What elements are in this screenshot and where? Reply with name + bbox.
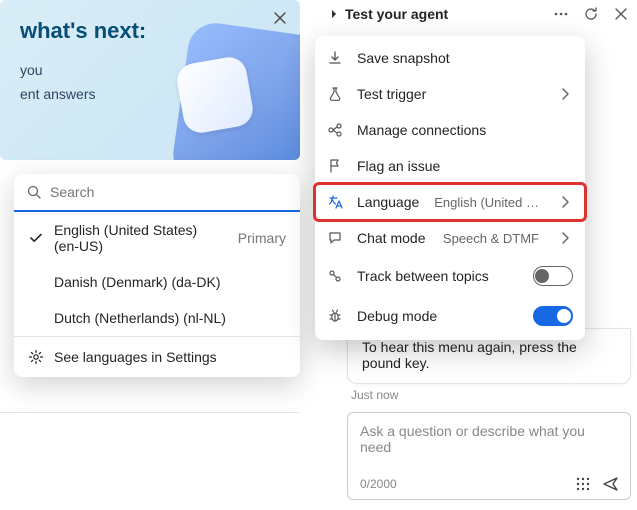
whats-next-banner: what's next: you ent answers xyxy=(0,0,300,160)
menu-track-topics[interactable]: Track between topics xyxy=(315,256,585,296)
chat-header-title: Test your agent xyxy=(345,6,543,22)
connections-icon xyxy=(327,122,345,138)
download-icon xyxy=(327,50,345,66)
menu-chat-mode[interactable]: Chat mode Speech & DTMF xyxy=(315,220,585,256)
see-languages-settings[interactable]: See languages in Settings xyxy=(14,337,300,377)
language-option-label: Danish (Denmark) (da-DK) xyxy=(54,274,220,290)
check-icon xyxy=(28,230,44,246)
language-search[interactable] xyxy=(14,174,300,212)
chat-composer[interactable]: Ask a question or describe what you need… xyxy=(347,412,631,500)
language-option-da-dk[interactable]: Danish (Denmark) (da-DK) xyxy=(14,264,300,300)
menu-save-snapshot[interactable]: Save snapshot xyxy=(315,40,585,76)
track-icon xyxy=(327,268,345,284)
language-dropdown: English (United States) (en-US) Primary … xyxy=(14,174,300,377)
toggle-track[interactable] xyxy=(533,266,573,286)
composer-placeholder: Ask a question or describe what you need xyxy=(360,423,585,455)
keypad-icon[interactable] xyxy=(574,475,592,493)
menu-debug-mode[interactable]: Debug mode xyxy=(315,296,585,336)
send-icon[interactable] xyxy=(602,475,620,493)
menu-test-trigger[interactable]: Test trigger xyxy=(315,76,585,112)
flag-icon xyxy=(327,158,345,174)
language-icon xyxy=(327,194,345,210)
banner-decor-chip xyxy=(174,54,255,135)
menu-value: Speech & DTMF xyxy=(443,231,539,246)
divider xyxy=(0,412,300,413)
language-option-en-us[interactable]: English (United States) (en-US) Primary xyxy=(14,212,300,264)
toggle-debug[interactable] xyxy=(533,306,573,326)
menu-label: Track between topics xyxy=(357,268,489,284)
flask-icon xyxy=(327,86,345,102)
composer-counter: 0/2000 xyxy=(360,477,397,491)
refresh-icon[interactable] xyxy=(583,6,599,22)
menu-label: Manage connections xyxy=(357,122,486,138)
menu-label: Language xyxy=(357,194,419,210)
test-agent-menu: Save snapshot Test trigger Manage connec… xyxy=(315,36,585,340)
menu-label: Flag an issue xyxy=(357,158,440,174)
language-primary-badge: Primary xyxy=(238,230,286,246)
language-option-nl-nl[interactable]: Dutch (Netherlands) (nl-NL) xyxy=(14,300,300,336)
search-icon xyxy=(26,184,42,200)
chevron-right-icon xyxy=(557,86,573,102)
caret-right-icon[interactable] xyxy=(329,9,339,19)
chevron-right-icon xyxy=(557,194,573,210)
close-icon[interactable] xyxy=(613,6,629,22)
more-icon[interactable] xyxy=(553,6,569,22)
menu-label: Save snapshot xyxy=(357,50,450,66)
settings-link-label: See languages in Settings xyxy=(54,349,217,365)
chat-timestamp: Just now xyxy=(351,388,637,402)
language-option-label: English (United States) (en-US) xyxy=(54,222,224,254)
language-option-label: Dutch (Netherlands) (nl-NL) xyxy=(54,310,226,326)
chat-icon xyxy=(327,230,345,246)
menu-value: English (United … xyxy=(434,195,539,210)
chevron-right-icon xyxy=(557,230,573,246)
bug-icon xyxy=(327,308,345,324)
chat-header: Test your agent xyxy=(327,0,637,28)
menu-language[interactable]: Language English (United … xyxy=(315,184,585,220)
menu-label: Test trigger xyxy=(357,86,426,102)
menu-label: Debug mode xyxy=(357,308,437,324)
gear-icon xyxy=(28,349,44,365)
menu-label: Chat mode xyxy=(357,230,425,246)
test-agent-panel: Test your agent To hear this menu again,… xyxy=(327,0,637,510)
menu-flag-issue[interactable]: Flag an issue xyxy=(315,148,585,184)
close-icon[interactable] xyxy=(272,10,288,26)
menu-manage-connections[interactable]: Manage connections xyxy=(315,112,585,148)
language-search-input[interactable] xyxy=(50,184,288,200)
